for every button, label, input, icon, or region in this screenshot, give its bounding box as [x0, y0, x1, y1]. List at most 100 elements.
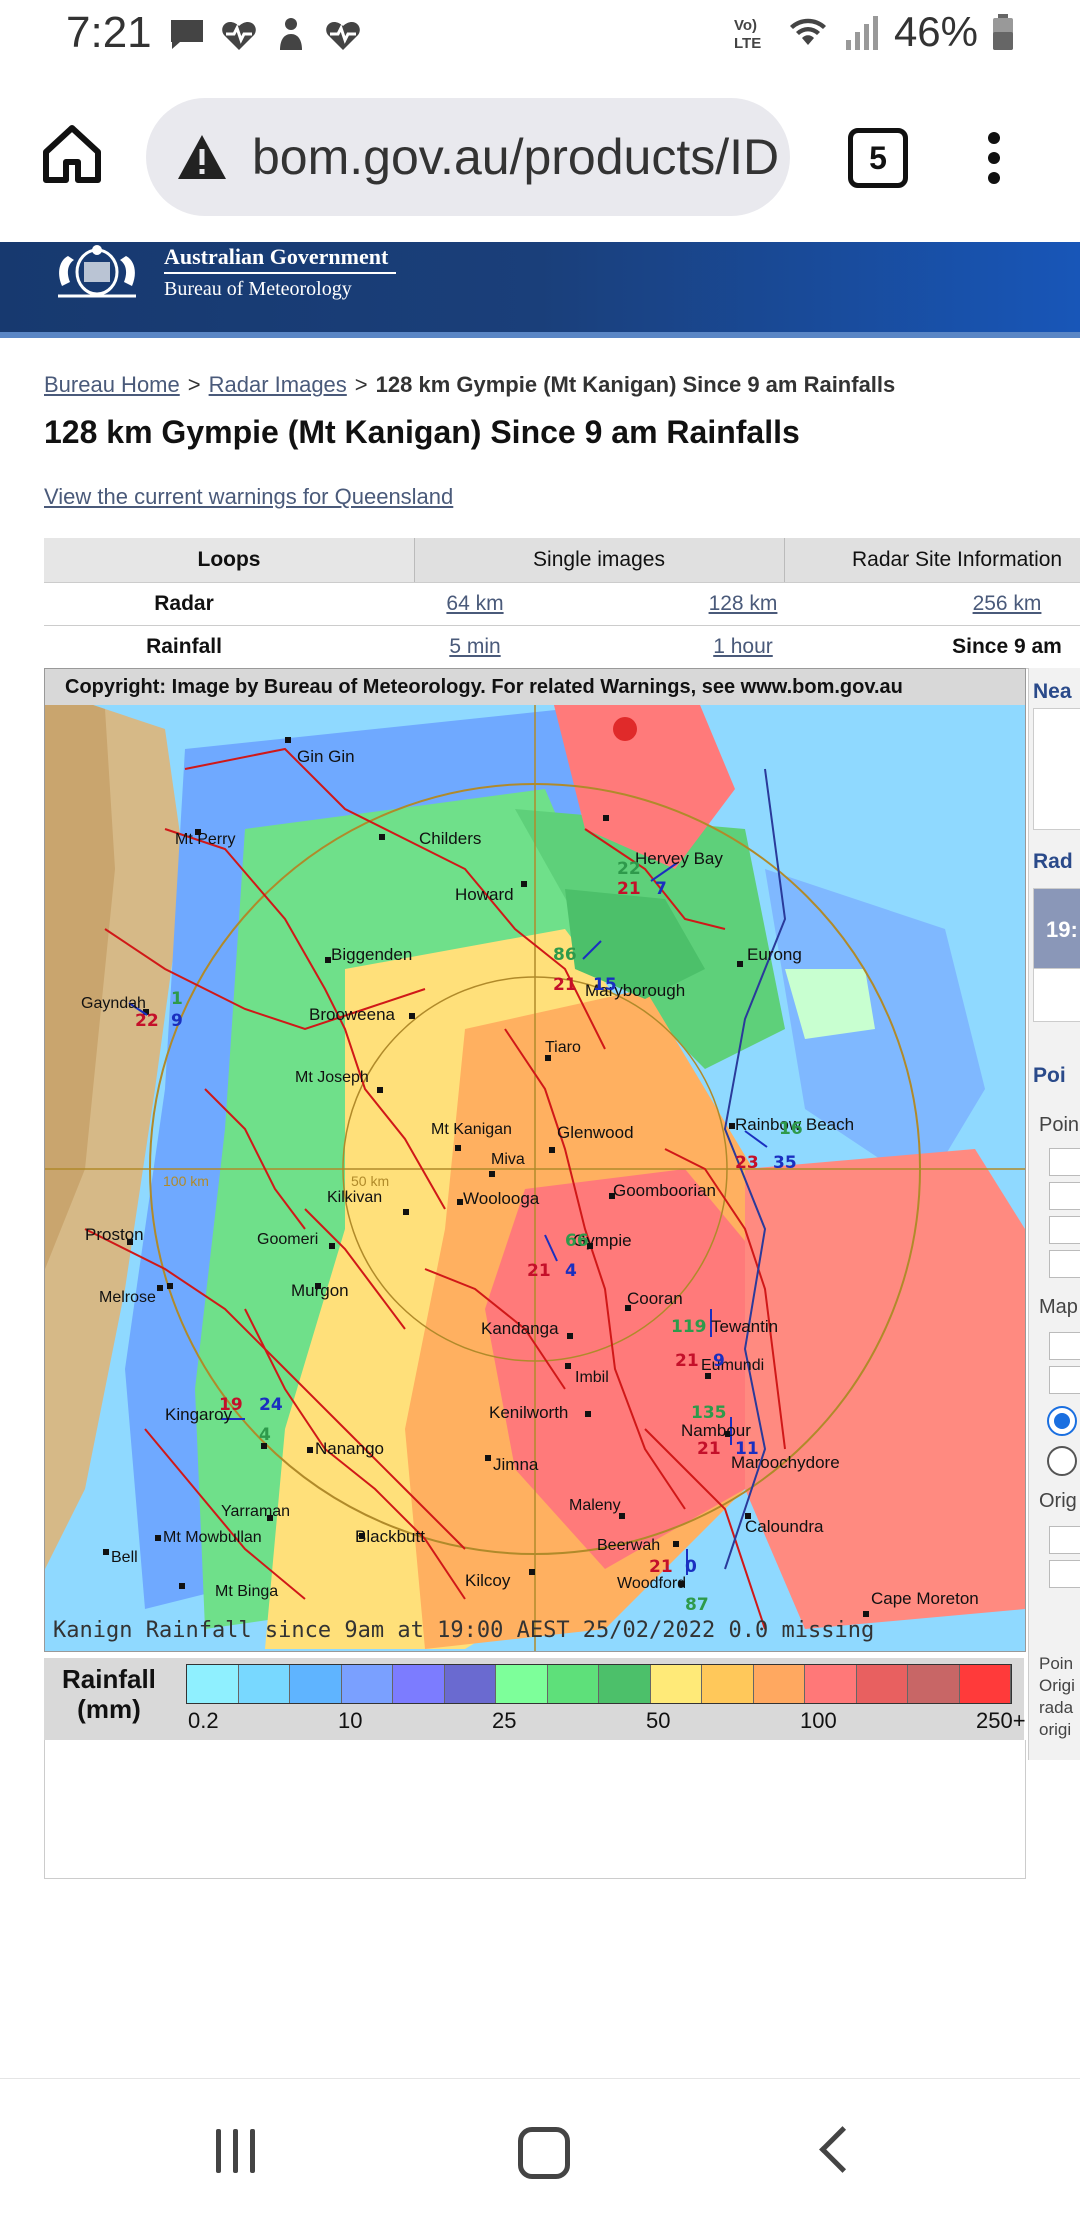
address-bar[interactable]: bom.gov.au/products/ID: [146, 98, 790, 216]
browser-toolbar: bom.gov.au/products/ID 5: [0, 72, 1080, 242]
breadcrumb-current: 128 km Gympie (Mt Kanigan) Since 9 am Ra…: [375, 372, 896, 397]
radar-row: Radar 64 km 128 km 256 km: [44, 583, 1080, 626]
map-option-radio-selected[interactable]: [1047, 1406, 1077, 1436]
legend-swatch: [341, 1665, 393, 1703]
points-input[interactable]: [1049, 1182, 1080, 1210]
map-input[interactable]: [1049, 1366, 1080, 1394]
coat-of-arms-logo[interactable]: [38, 242, 156, 308]
rainfall-5min-link[interactable]: 5 min: [449, 635, 500, 658]
gauge-value: 21: [675, 1351, 699, 1371]
content-box-bottom: [44, 1740, 1026, 1879]
legend-swatch: [650, 1665, 702, 1703]
note-line: rada: [1039, 1698, 1074, 1717]
gauge-value: 66: [565, 1231, 589, 1251]
tab-radar-site-information[interactable]: Radar Site Information: [784, 538, 1080, 582]
place-cooran: Cooran: [627, 1289, 683, 1308]
place-yarraman: Yarraman: [221, 1503, 291, 1520]
place-glenwood: Glenwood: [557, 1123, 634, 1142]
tab-switcher-button[interactable]: 5: [848, 128, 908, 188]
origin-input[interactable]: [1049, 1560, 1080, 1588]
gauge-value: 1: [171, 989, 183, 1009]
place-howard: Howard: [455, 885, 514, 904]
url-text[interactable]: bom.gov.au/products/ID: [252, 128, 779, 186]
legend-swatch: [496, 1665, 548, 1703]
gauge-value: 21: [553, 975, 577, 995]
gauge-value: 87: [685, 1595, 709, 1615]
note-line: Origi: [1039, 1676, 1075, 1695]
signal-icon: [845, 16, 878, 50]
place-proston: Proston: [85, 1225, 144, 1244]
radar-128km-link[interactable]: 128 km: [709, 592, 778, 615]
gauge-value: 19: [219, 1395, 243, 1415]
tab-loops[interactable]: Loops: [44, 538, 415, 582]
points-input[interactable]: [1049, 1250, 1080, 1278]
breadcrumb-home-link[interactable]: Bureau Home: [44, 372, 180, 397]
map-copyright: Copyright: Image by Bureau of Meteorolog…: [45, 669, 1025, 705]
rainfall-1hour-link[interactable]: 1 hour: [713, 635, 773, 658]
place-melrose: Melrose: [99, 1289, 156, 1306]
place-mt-kanigan: Mt Kanigan: [431, 1121, 512, 1138]
warnings-link[interactable]: View the current warnings for Queensland: [44, 484, 453, 510]
points-input[interactable]: [1049, 1148, 1080, 1176]
legend-swatch: [702, 1665, 754, 1703]
svg-text:LTE: LTE: [734, 35, 761, 52]
place-kilcoy: Kilcoy: [465, 1571, 511, 1590]
gauge-value: 4: [259, 1425, 271, 1445]
place-imbil: Imbil: [575, 1369, 609, 1386]
bureau-title: Bureau of Meteorology: [164, 278, 352, 300]
origin-input[interactable]: [1049, 1526, 1080, 1554]
place-caloundra: Caloundra: [745, 1517, 824, 1536]
gauge-value: 21: [617, 879, 641, 899]
legend-title-line2: (mm): [77, 1694, 141, 1724]
rainfall-radar-map[interactable]: Copyright: Image by Bureau of Meteorolog…: [44, 668, 1026, 1652]
legend-color-scale: [186, 1664, 1012, 1704]
legend-swatch: [547, 1665, 599, 1703]
place-mt-mowbullan: Mt Mowbullan: [163, 1529, 262, 1546]
gauge-value: 23: [735, 1153, 759, 1173]
legend-tick: 0.2: [188, 1708, 219, 1733]
place-miva: Miva: [491, 1151, 525, 1168]
place-kandanga: Kandanga: [481, 1319, 559, 1338]
rainfall-row: Rainfall 5 min 1 hour Since 9 am: [44, 626, 1080, 669]
place-murgon: Murgon: [291, 1281, 349, 1300]
legend-swatch: [908, 1665, 960, 1703]
gauge-value: 22: [135, 1011, 159, 1031]
place-brooweena: Brooweena: [309, 1005, 396, 1024]
legend-tick: 100: [800, 1708, 837, 1733]
place-biggenden: Biggenden: [331, 945, 413, 964]
person-icon: [280, 18, 302, 50]
breadcrumb-radar-link[interactable]: Radar Images: [209, 372, 347, 397]
map-input[interactable]: [1049, 1332, 1080, 1360]
side-panel: Nea Rad 19: Poi Poin Map Orig Poin Origi…: [1028, 668, 1080, 1760]
place-goomeri: Goomeri: [257, 1231, 319, 1248]
gauge-value: 11: [735, 1439, 759, 1459]
place-tiaro: Tiaro: [545, 1039, 581, 1056]
gauge-value: 86: [553, 945, 577, 965]
back-icon[interactable]: [819, 2126, 866, 2173]
site-header: Australian Government Bureau of Meteorol…: [0, 242, 1080, 338]
volte-icon: Vo)LTE: [734, 17, 761, 52]
place-jimna: Jimna: [493, 1455, 539, 1474]
points-input[interactable]: [1049, 1216, 1080, 1244]
map-option-radio[interactable]: [1047, 1446, 1077, 1476]
legend-tick: 25: [492, 1708, 517, 1733]
place-kenilworth: Kenilworth: [489, 1403, 569, 1422]
message-icon: [171, 20, 203, 49]
overflow-menu-icon[interactable]: [982, 132, 1006, 188]
radar-navigation-table: Loops Single images Radar Site Informati…: [44, 538, 1080, 669]
radar-time: 19:: [1046, 917, 1078, 942]
legend-swatch: [290, 1665, 342, 1703]
home-button-icon[interactable]: [518, 2127, 570, 2179]
home-icon[interactable]: [40, 122, 104, 186]
legend-title: Rainfall (mm): [62, 1664, 156, 1724]
battery-icon: [993, 14, 1013, 50]
tab-single-images[interactable]: Single images: [414, 538, 785, 582]
recent-apps-icon[interactable]: [216, 2129, 267, 2178]
radar-64km-link[interactable]: 64 km: [446, 592, 503, 615]
radar-256km-link[interactable]: 256 km: [973, 592, 1042, 615]
clock: 7:21: [66, 8, 152, 57]
points-heading: Poi: [1033, 1064, 1066, 1087]
nearby-box: [1033, 708, 1080, 830]
legend-title-line1: Rainfall: [62, 1664, 156, 1694]
warning-icon[interactable]: [176, 132, 228, 182]
